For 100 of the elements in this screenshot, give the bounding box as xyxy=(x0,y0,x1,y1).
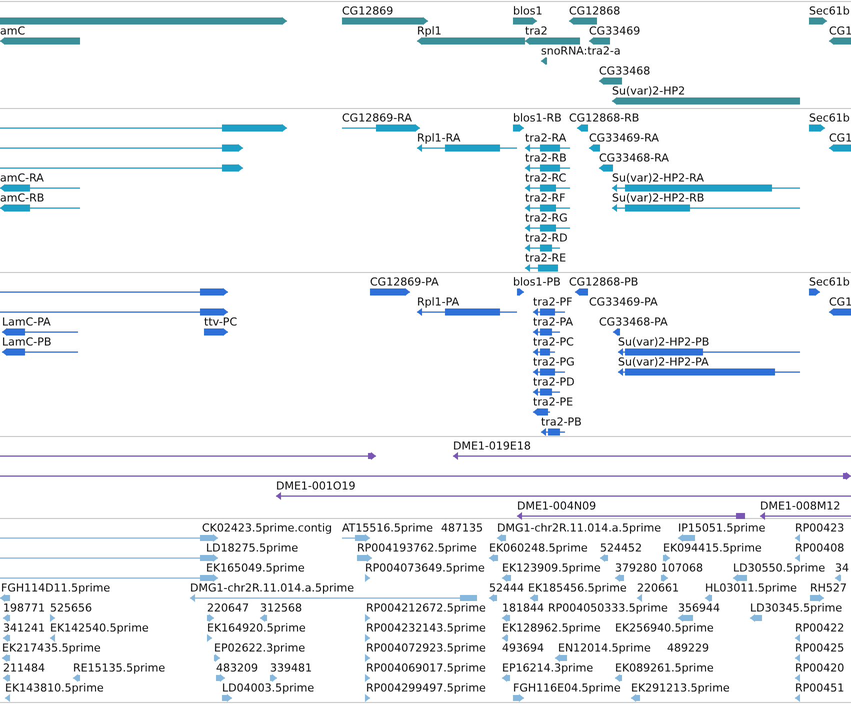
est-glyph[interactable] xyxy=(342,534,370,542)
est-glyph[interactable] xyxy=(705,594,712,602)
est-glyph[interactable] xyxy=(502,634,508,642)
est-glyph[interactable] xyxy=(502,574,511,582)
est-glyph[interactable] xyxy=(365,654,370,662)
protein-glyph[interactable] xyxy=(533,388,560,396)
gene-glyph[interactable] xyxy=(569,17,597,25)
est-glyph[interactable] xyxy=(3,634,10,642)
est-glyph[interactable] xyxy=(260,614,267,622)
est-glyph[interactable] xyxy=(733,574,747,582)
gene-glyph[interactable] xyxy=(541,57,547,65)
est-glyph[interactable] xyxy=(190,594,477,602)
protein-glyph[interactable] xyxy=(533,368,565,376)
transcript-glyph[interactable] xyxy=(829,144,851,152)
est-glyph[interactable] xyxy=(365,674,370,682)
transcript-glyph[interactable] xyxy=(577,124,588,132)
est-glyph[interactable] xyxy=(795,634,800,642)
protein-glyph[interactable] xyxy=(417,308,517,316)
est-glyph[interactable] xyxy=(497,534,506,542)
transcript-glyph[interactable] xyxy=(612,184,800,192)
est-glyph[interactable] xyxy=(810,594,824,602)
est-glyph[interactable] xyxy=(0,534,218,542)
est-glyph[interactable] xyxy=(555,654,567,662)
est-glyph[interactable] xyxy=(795,554,800,562)
gene-glyph[interactable] xyxy=(525,37,580,45)
transcript-glyph[interactable] xyxy=(525,164,570,172)
transcript-glyph[interactable] xyxy=(0,164,243,172)
protein-glyph[interactable] xyxy=(2,348,78,356)
transcript-glyph[interactable] xyxy=(599,164,613,172)
est-glyph[interactable] xyxy=(73,674,80,682)
est-glyph[interactable] xyxy=(489,594,497,602)
clone-glyph[interactable] xyxy=(276,492,851,500)
est-glyph[interactable] xyxy=(0,574,218,582)
transcript-glyph[interactable] xyxy=(589,144,600,152)
transcript-glyph[interactable] xyxy=(525,224,570,232)
est-glyph[interactable] xyxy=(502,674,510,682)
transcript-glyph[interactable] xyxy=(342,124,420,132)
protein-glyph[interactable] xyxy=(0,308,228,316)
clone-glyph[interactable] xyxy=(453,452,851,460)
est-glyph[interactable] xyxy=(365,614,370,622)
est-glyph[interactable] xyxy=(5,694,10,702)
est-glyph[interactable] xyxy=(50,614,55,622)
transcript-glyph[interactable] xyxy=(0,144,243,152)
est-glyph[interactable] xyxy=(270,674,277,682)
est-glyph[interactable] xyxy=(3,614,10,622)
est-glyph[interactable] xyxy=(661,574,668,582)
est-glyph[interactable] xyxy=(222,694,232,702)
gene-glyph[interactable] xyxy=(417,37,525,45)
protein-glyph[interactable] xyxy=(575,288,588,296)
est-glyph[interactable] xyxy=(207,614,214,622)
protein-glyph[interactable] xyxy=(0,288,228,296)
clone-glyph[interactable] xyxy=(0,472,851,480)
clone-glyph[interactable] xyxy=(0,452,376,460)
est-glyph[interactable] xyxy=(513,694,524,702)
transcript-glyph[interactable] xyxy=(525,184,570,192)
protein-glyph[interactable] xyxy=(618,348,800,356)
protein-glyph[interactable] xyxy=(533,308,565,316)
clone-glyph[interactable] xyxy=(760,512,851,520)
est-glyph[interactable] xyxy=(0,594,10,602)
est-glyph[interactable] xyxy=(502,614,510,622)
transcript-glyph[interactable] xyxy=(513,124,524,132)
est-glyph[interactable] xyxy=(600,554,608,562)
transcript-glyph[interactable] xyxy=(525,244,560,252)
transcript-glyph[interactable] xyxy=(525,144,570,152)
gene-glyph[interactable] xyxy=(809,17,827,25)
gene-glyph[interactable] xyxy=(513,17,537,25)
protein-glyph[interactable] xyxy=(2,328,78,336)
gene-glyph[interactable] xyxy=(0,37,80,45)
est-glyph[interactable] xyxy=(663,554,670,562)
transcript-glyph[interactable] xyxy=(0,124,287,132)
protein-glyph[interactable] xyxy=(613,328,620,336)
est-glyph[interactable] xyxy=(678,614,693,622)
est-glyph[interactable] xyxy=(795,654,800,662)
est-glyph[interactable] xyxy=(678,534,695,542)
est-glyph[interactable] xyxy=(835,574,841,582)
est-glyph[interactable] xyxy=(795,534,800,542)
est-glyph[interactable] xyxy=(530,594,538,602)
gene-glyph[interactable] xyxy=(589,37,610,45)
est-glyph[interactable] xyxy=(365,694,370,702)
est-glyph[interactable] xyxy=(489,554,498,562)
protein-glyph[interactable] xyxy=(370,288,410,296)
transcript-glyph[interactable] xyxy=(612,204,800,212)
est-glyph[interactable] xyxy=(3,674,10,682)
est-glyph[interactable] xyxy=(365,634,370,642)
est-glyph[interactable] xyxy=(615,674,622,682)
est-glyph[interactable] xyxy=(750,614,762,622)
protein-glyph[interactable] xyxy=(517,288,524,296)
protein-glyph[interactable] xyxy=(533,328,560,336)
est-glyph[interactable] xyxy=(795,694,800,702)
est-glyph[interactable] xyxy=(637,594,642,602)
est-glyph[interactable] xyxy=(365,574,370,582)
protein-glyph[interactable] xyxy=(204,328,228,336)
gene-glyph[interactable] xyxy=(599,77,622,85)
transcript-glyph[interactable] xyxy=(809,124,825,132)
est-glyph[interactable] xyxy=(2,654,10,662)
est-glyph[interactable] xyxy=(615,574,624,582)
transcript-glyph[interactable] xyxy=(417,144,517,152)
protein-glyph[interactable] xyxy=(829,308,851,316)
est-glyph[interactable] xyxy=(631,694,640,702)
est-glyph[interactable] xyxy=(357,554,372,562)
